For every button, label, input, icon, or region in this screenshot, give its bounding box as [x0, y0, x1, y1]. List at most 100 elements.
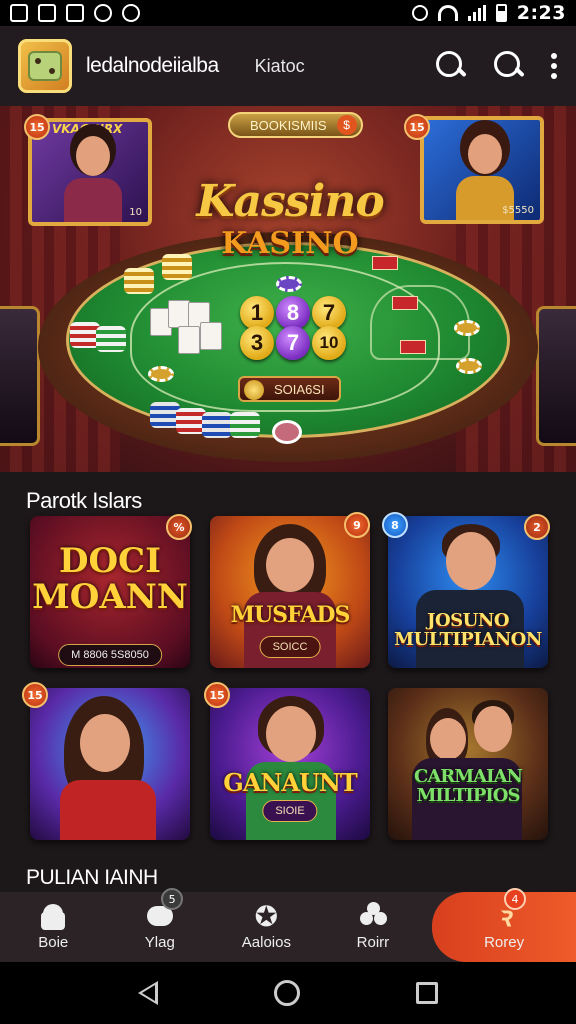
- game-tile-badge-left: 8: [382, 512, 408, 538]
- game-tile-badge: 9: [344, 512, 370, 538]
- search-icon[interactable]: [434, 49, 468, 83]
- app-bar: ledalnodeiialba Kiatoc: [0, 26, 576, 106]
- section-title-next: PULIAN IAINH: [26, 866, 158, 889]
- search-icon[interactable]: [492, 49, 526, 83]
- app-bar-actions: [434, 49, 558, 83]
- hero-top-badge-num: $: [336, 115, 357, 135]
- character-illustration: [474, 706, 512, 752]
- number-ball: 1: [240, 296, 274, 330]
- number-ball: 7: [312, 296, 346, 330]
- home-button-icon[interactable]: [274, 980, 300, 1006]
- gem-icon: [272, 420, 302, 444]
- app-subtitle[interactable]: Kiatoc: [255, 56, 305, 77]
- chip-stack: [124, 268, 154, 294]
- battery-icon: [495, 4, 507, 22]
- game-tile-subtitle: SOICC: [259, 636, 321, 658]
- hero-card-footer: $5550: [502, 205, 534, 216]
- game-tile-badge: 2: [524, 514, 550, 540]
- nav-item-label: Rorey: [484, 933, 525, 951]
- chip-stack: [230, 412, 260, 438]
- hero-card-right[interactable]: $5550: [420, 116, 544, 224]
- dealer-illustration: [64, 136, 122, 222]
- game-tile-subtitle: SIOIE: [262, 800, 318, 822]
- character-illustration: [446, 532, 496, 590]
- chip: [456, 358, 482, 374]
- nav-item-label: Roirr: [356, 933, 390, 951]
- app-logo-icon[interactable]: [18, 39, 72, 93]
- recents-icon[interactable]: [416, 982, 438, 1004]
- back-icon[interactable]: [138, 981, 158, 1005]
- character-illustration: [266, 706, 316, 762]
- nav-item-label: Aaloios: [241, 933, 291, 951]
- game-tile[interactable]: GANAUNT SIOIE: [210, 688, 370, 840]
- app-title: ledalnodeiialba: [86, 54, 219, 77]
- status-right-icons: 2:23: [411, 2, 566, 24]
- game-tile[interactable]: MUSFADS SOICC: [210, 516, 370, 668]
- game-tile-title: CARMAIAN MILTIPIOS: [414, 766, 523, 806]
- game-tile-badge-left: 15: [22, 682, 48, 708]
- wifi-icon: [437, 5, 458, 21]
- game-tile-badge-left: 15: [204, 682, 230, 708]
- game-tile[interactable]: [30, 688, 190, 840]
- star-icon: ✪: [254, 899, 279, 933]
- home-icon: [38, 903, 68, 930]
- game-tile[interactable]: CARMAIAN MILTIPIOS: [388, 688, 548, 840]
- slot-machine-right: [536, 306, 576, 446]
- play-icon: [94, 4, 112, 22]
- number-ball: 10: [312, 326, 346, 360]
- chip: [454, 320, 480, 336]
- cloud-icon: [122, 4, 140, 22]
- nav-item-label: Ylag: [144, 933, 175, 951]
- nav-badge: 5: [161, 888, 184, 910]
- hero-top-badge[interactable]: BOOKISMIIS $: [228, 112, 363, 138]
- hero-card-footer: 10: [129, 207, 142, 218]
- clover-icon: [358, 901, 388, 930]
- status-left-icons: [10, 4, 140, 22]
- character-illustration: [266, 538, 314, 592]
- nav-item-boie[interactable]: Boie: [0, 892, 107, 962]
- nav-item-aaloios[interactable]: ✪ Aaloios: [213, 892, 320, 962]
- nav-badge: 4: [504, 888, 527, 910]
- character-torso: [60, 780, 156, 840]
- bottom-nav: Boie 5 Ylag ✪ Aaloios Roirr ꝛ 4 Rorey: [0, 888, 576, 962]
- qr-icon: [38, 4, 56, 22]
- nav-item-rorey[interactable]: ꝛ 4 Rorey: [432, 888, 576, 962]
- number-ball: 3: [240, 326, 274, 360]
- signal-icon: [467, 5, 486, 21]
- red-card: [392, 296, 418, 310]
- nav-item-label: Boie: [38, 933, 69, 951]
- hero-subtitle: KASINO: [221, 226, 359, 261]
- hero-title: Kassino: [196, 176, 384, 227]
- number-ball: 8: [276, 296, 310, 330]
- game-tile-title: DOCI MOANN: [32, 541, 188, 617]
- hero-top-badge-label: BOOKISMIIS: [250, 117, 327, 133]
- chip-stack: [202, 412, 232, 438]
- hero-pill-label: SOIA6SI: [274, 381, 325, 397]
- game-tile[interactable]: JOSUNO MULTIPIANON: [388, 516, 548, 668]
- notification-icon: [10, 4, 28, 22]
- game-tile-title: MUSFADS: [230, 602, 351, 628]
- red-card: [400, 340, 426, 354]
- playing-cards: [150, 298, 224, 358]
- game-tile-title: JOSUNO MULTIPIANON: [394, 610, 542, 650]
- hero-card-right-badge: 15: [404, 114, 430, 140]
- system-nav-bar: [0, 962, 576, 1024]
- number-ball: 7: [276, 326, 310, 360]
- nav-item-roirr[interactable]: Roirr: [320, 892, 427, 962]
- alarm-icon: [411, 5, 428, 21]
- game-tile-title: GANAUNT: [223, 768, 357, 797]
- chip: [148, 366, 174, 382]
- hero-pill[interactable]: SOIA6SI: [238, 376, 341, 402]
- game-tile-subtitle: M 8806 5S8050: [58, 644, 162, 666]
- chip-stack: [96, 326, 126, 352]
- chip: [276, 276, 302, 292]
- game-tile-badge: %: [166, 514, 192, 540]
- section-title-featured: Parotk Islars: [26, 488, 142, 513]
- chip-stack: [162, 254, 192, 280]
- more-icon[interactable]: [550, 53, 558, 79]
- nav-item-ylag[interactable]: 5 Ylag: [107, 888, 214, 962]
- hero-card-left-badge: 15: [24, 114, 50, 140]
- character-illustration: [80, 714, 130, 772]
- game-tile[interactable]: DOCI MOANN M 8806 5S8050: [30, 516, 190, 668]
- coin-icon: [244, 380, 264, 400]
